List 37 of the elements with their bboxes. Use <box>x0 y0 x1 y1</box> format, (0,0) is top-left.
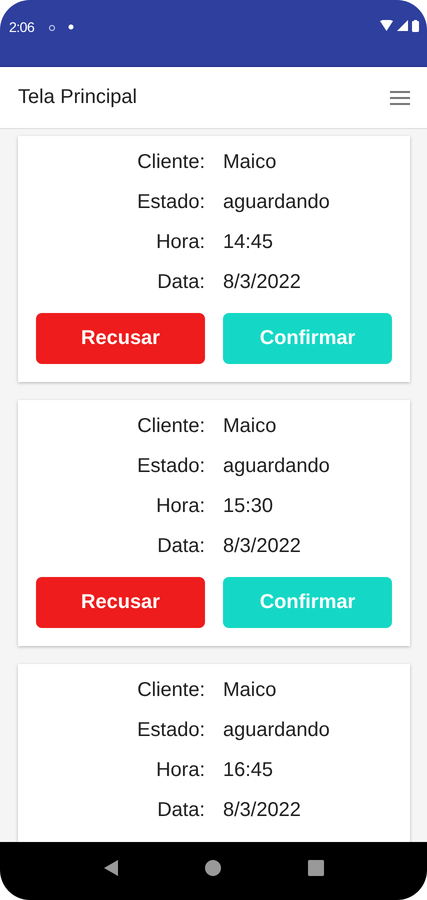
wifi-icon <box>380 20 393 31</box>
reject-button[interactable]: Recusar <box>36 313 205 364</box>
field-value: 14:45 <box>223 230 274 254</box>
field-label: Cliente: <box>136 414 205 438</box>
field-value: 15:30 <box>223 494 274 518</box>
field-value: Maico <box>223 678 278 702</box>
status-time: 2:06 <box>9 19 34 35</box>
field-label: Estado: <box>136 454 205 478</box>
field-label: Data: <box>156 534 205 558</box>
signal-icon <box>397 20 408 31</box>
dot-icon <box>68 24 74 30</box>
field-value: Maico <box>223 150 278 174</box>
field-label: Data: <box>156 798 205 822</box>
field-label: Data: <box>156 270 205 294</box>
field-label: Hora: <box>155 758 205 782</box>
field-value: Maico <box>223 414 278 438</box>
field-label: Estado: <box>136 190 205 214</box>
field-value: aguardando <box>223 190 331 214</box>
sync-icon <box>48 24 56 32</box>
field-label: Estado: <box>136 718 205 742</box>
battery-icon <box>412 20 419 32</box>
home-icon[interactable] <box>205 860 222 876</box>
recents-icon[interactable] <box>308 860 324 876</box>
screen-title: Tela Principal <box>18 86 137 109</box>
field-label: Cliente: <box>136 150 205 174</box>
field-label: Cliente: <box>136 678 205 702</box>
field-value: 8/3/2022 <box>223 798 302 822</box>
field-value: aguardando <box>223 454 331 478</box>
reject-button[interactable]: Recusar <box>36 577 205 628</box>
field-label: Hora: <box>155 230 205 254</box>
field-value: 8/3/2022 <box>223 270 302 294</box>
menu-icon[interactable] <box>390 90 410 104</box>
field-value: 8/3/2022 <box>223 534 302 558</box>
field-value: aguardando <box>223 718 331 742</box>
field-value: 16:45 <box>223 758 274 782</box>
back-icon[interactable] <box>103 860 120 876</box>
field-label: Hora: <box>155 494 205 518</box>
